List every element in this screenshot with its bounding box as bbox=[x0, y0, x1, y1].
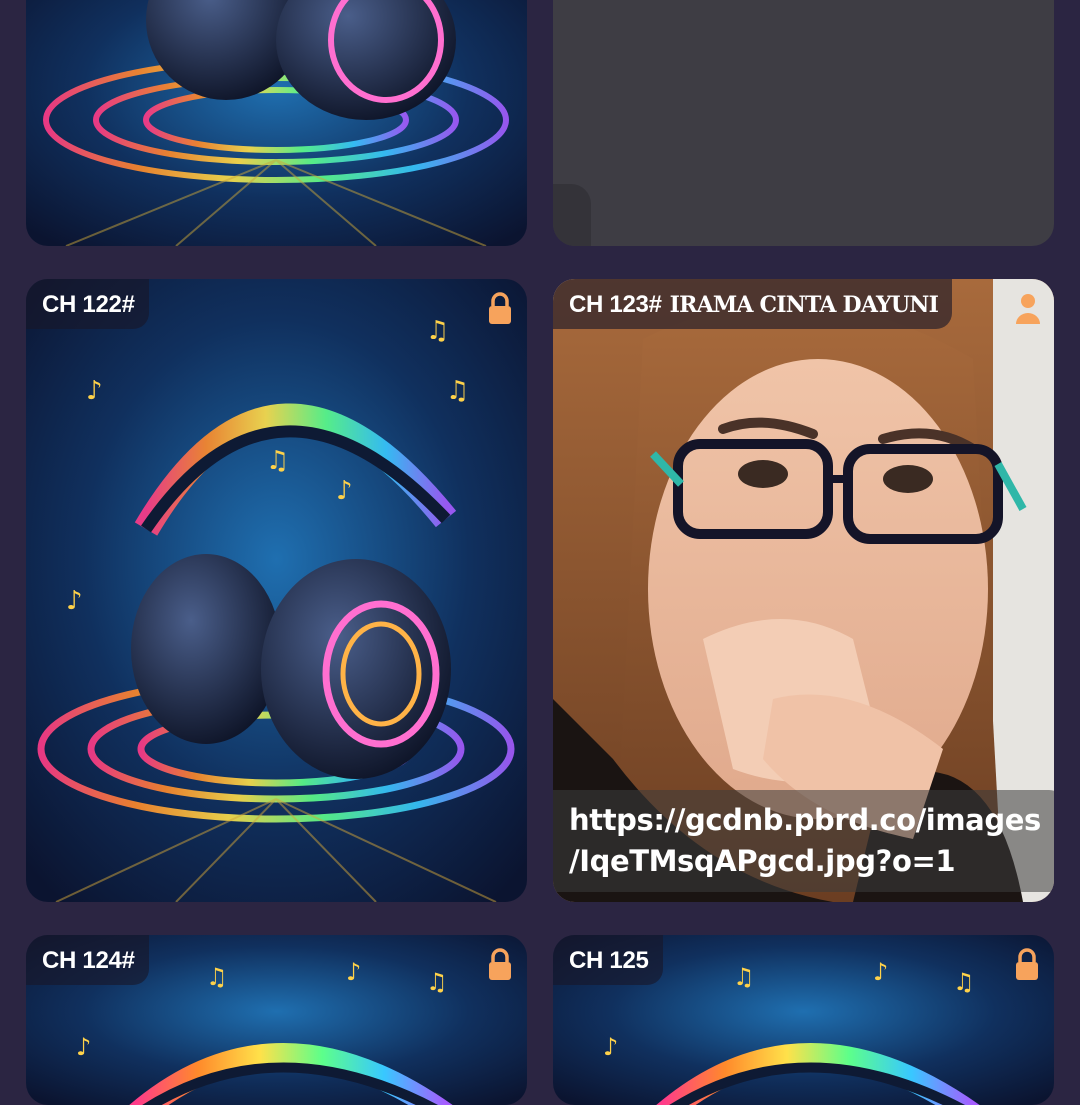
channel-card-ch123[interactable]: CH 123# IRAMA CINTA DAYUNI https://gcdnb.… bbox=[553, 279, 1054, 902]
caption-line: /IqeTMsqAPgcd.jpg?o=1 bbox=[569, 844, 956, 878]
headphone-artwork bbox=[26, 0, 527, 246]
svg-text:♪: ♪ bbox=[66, 586, 83, 616]
svg-text:♫: ♫ bbox=[206, 963, 228, 991]
channel-number: CH 125 bbox=[569, 947, 649, 974]
svg-text:♫: ♫ bbox=[426, 316, 449, 346]
lock-icon bbox=[489, 292, 511, 324]
svg-text:♫: ♫ bbox=[426, 968, 448, 996]
image-url-caption: https://gcdnb.pbrd.co/images /IqeTMsqAPg… bbox=[553, 790, 1054, 892]
svg-text:♪: ♪ bbox=[336, 476, 353, 506]
channel-title: CH 122# bbox=[26, 279, 149, 329]
svg-text:♪: ♪ bbox=[76, 1033, 91, 1061]
lock-icon bbox=[489, 948, 511, 980]
channel-card-ch122[interactable]: ♫ ♪ ♫ ♪ ♫ ♪ CH 122# bbox=[26, 279, 527, 902]
channel-title: CH 124# bbox=[26, 935, 149, 985]
channel-card-top-left[interactable] bbox=[26, 0, 527, 246]
channel-title: CH 125 bbox=[553, 935, 663, 985]
svg-text:♪: ♪ bbox=[603, 1033, 618, 1061]
lock-icon bbox=[1016, 948, 1038, 980]
svg-text:♪: ♪ bbox=[86, 376, 103, 406]
channel-name: IRAMA CINTA DAYUNI bbox=[669, 292, 939, 318]
channel-number: CH 122# bbox=[42, 291, 135, 318]
channel-number: CH 124# bbox=[42, 947, 135, 974]
svg-text:♫: ♫ bbox=[446, 376, 469, 406]
headphone-artwork: ♫ ♪ ♫ ♪ ♫ ♪ bbox=[26, 279, 527, 902]
caption-line: https://gcdnb.pbrd.co/images bbox=[569, 803, 1041, 837]
svg-text:♪: ♪ bbox=[346, 958, 361, 986]
placeholder-corner bbox=[553, 184, 591, 246]
channel-card-placeholder[interactable] bbox=[553, 0, 1054, 246]
svg-text:♫: ♫ bbox=[733, 963, 755, 991]
user-icon bbox=[1016, 294, 1040, 324]
channel-title: CH 123# IRAMA CINTA DAYUNI bbox=[553, 279, 953, 329]
svg-text:♪: ♪ bbox=[873, 958, 888, 986]
svg-text:♫: ♫ bbox=[953, 968, 975, 996]
svg-text:♫: ♫ bbox=[266, 446, 289, 476]
channel-number: CH 123# bbox=[569, 291, 662, 318]
